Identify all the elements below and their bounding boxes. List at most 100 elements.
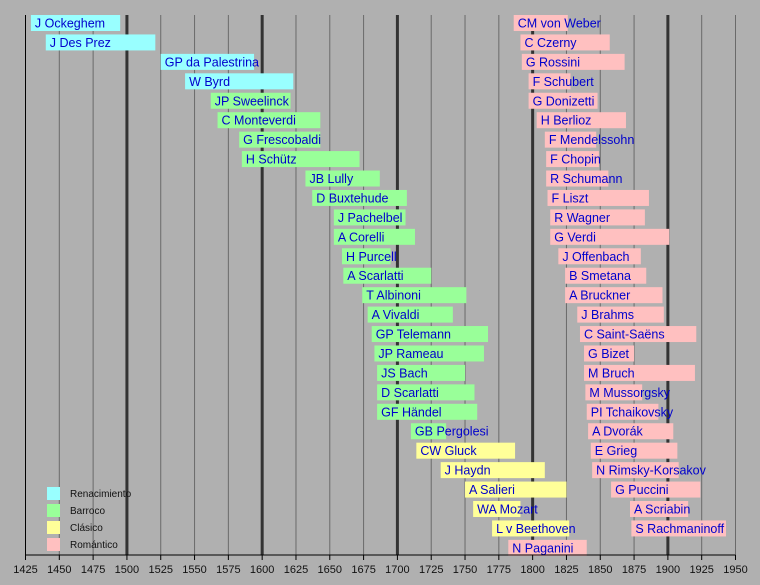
composer-bar-group: J Brahms <box>577 306 664 323</box>
composer-bar-group: J Offenbach <box>558 248 641 265</box>
composer-bar-group: GP da Palestrina <box>160 53 259 70</box>
x-tick-label: 1500 <box>115 564 139 576</box>
composer-label: B Smetana <box>569 269 631 283</box>
composer-bar-group: A Corelli <box>333 228 415 245</box>
composer-label: N Paganini <box>512 541 573 555</box>
composer-bar-group: JP Sweelinck <box>210 92 291 109</box>
composer-bar-group: A Dvorák <box>588 423 674 440</box>
composer-bar-group: W Byrd <box>185 73 294 90</box>
composer-label: S Rachmaninoff <box>635 522 724 536</box>
composer-label: M Bruch <box>588 366 635 380</box>
composer-bar-group: A Scriabin <box>630 501 690 517</box>
composer-bar-group: A Scarlatti <box>343 267 432 284</box>
composer-bar-group: G Donizetti <box>528 92 598 109</box>
x-tick-label: 1900 <box>656 564 680 576</box>
composer-label: H Berlioz <box>541 114 592 128</box>
composer-bar-group: G Bizet <box>584 345 635 362</box>
composer-label: G Donizetti <box>533 94 595 108</box>
composer-bar-group: GB Pergolesi <box>410 423 489 440</box>
composer-bar-group: T Albinoni <box>362 287 467 304</box>
x-tick-label: 1925 <box>689 564 713 576</box>
composer-bar-group: F Chopin <box>546 151 601 168</box>
composer-bar-group: A Salieri <box>465 481 567 498</box>
composer-label: A Corelli <box>338 230 385 244</box>
legend-label: Clásico <box>70 523 103 534</box>
composer-label: H Purcell <box>346 250 397 264</box>
composer-bar-group: H Schütz <box>241 151 360 168</box>
legend-item-romantico: Romántico <box>47 538 118 551</box>
composer-label: J Brahms <box>581 308 634 322</box>
composer-label: JS Bach <box>381 366 428 380</box>
composer-label: JP Rameau <box>378 347 443 361</box>
composer-label: G Puccini <box>615 483 669 497</box>
composer-label: J Ockeghem <box>35 17 105 31</box>
composer-bar-group: N Paganini <box>508 539 587 556</box>
composer-bar-group: JB Lully <box>305 170 380 187</box>
composer-label: L v Beethoven <box>496 522 576 536</box>
composer-bar-group: CW Gluck <box>416 442 516 459</box>
composer-bar-group: J Ockeghem <box>30 15 121 31</box>
composer-label: A Scriabin <box>634 503 690 517</box>
x-tick-label: 1600 <box>250 564 274 576</box>
composer-bar-group: C Monteverdi <box>217 112 321 129</box>
x-tick-label: 1425 <box>13 564 37 576</box>
composer-timeline-chart: J Ockeghem J Des Prez GP da Palestrina W By… <box>13 15 748 576</box>
x-tick-label: 1525 <box>148 564 172 576</box>
composer-label: R Wagner <box>554 211 610 225</box>
composer-label: H Schütz <box>246 153 297 167</box>
x-tick-label: 1650 <box>318 564 342 576</box>
legend-label: Barroco <box>70 506 105 517</box>
x-tick-label: 1750 <box>453 564 477 576</box>
composer-label: J Offenbach <box>562 250 629 264</box>
composer-label: A Bruckner <box>569 289 630 303</box>
legend-swatch <box>47 538 60 551</box>
legend-swatch <box>47 504 60 517</box>
composer-label: GB Pergolesi <box>415 425 489 439</box>
composer-bar-group: J Des Prez <box>45 34 156 51</box>
composer-label: A Salieri <box>469 483 515 497</box>
composer-label: F Liszt <box>552 191 589 205</box>
x-tick-label: 1775 <box>487 564 511 576</box>
composer-label: W Byrd <box>189 75 230 89</box>
composer-label: F Schubert <box>533 75 595 89</box>
composer-bar-group: F Schubert <box>528 73 595 90</box>
composer-label: G Frescobaldi <box>243 133 321 147</box>
composer-label: G Bizet <box>588 347 630 361</box>
composer-label: CW Gluck <box>420 444 477 458</box>
x-tick-label: 1950 <box>723 564 747 576</box>
composer-bar-group: R Wagner <box>550 209 645 226</box>
composer-bar-group: M Mussorgsky <box>585 384 671 401</box>
composer-label: CM von Weber <box>518 17 601 31</box>
composer-label: J Pachelbel <box>338 211 403 225</box>
composer-bar-group: D Scarlatti <box>377 384 475 401</box>
composer-bar-group: JS Bach <box>377 364 466 381</box>
composer-bar-group: J Haydn <box>440 462 545 479</box>
composer-label: G Rossini <box>526 55 580 69</box>
composer-bar-group: F Liszt <box>547 189 649 206</box>
composer-bar-group: G Verdi <box>550 228 670 245</box>
composer-label: R Schumann <box>550 172 622 186</box>
composer-bar-group: A Vivaldi <box>367 306 453 323</box>
composer-label: D Buxtehude <box>316 191 388 205</box>
legend-item-clasico: Clásico <box>47 521 103 534</box>
composer-bar-group: G Rossini <box>521 53 625 70</box>
composer-label: JP Sweelinck <box>215 94 290 108</box>
composer-label: J Des Prez <box>50 36 111 50</box>
composer-label: F Mendelssohn <box>549 133 635 147</box>
composer-bar-group: PI Tchaikovsky <box>586 403 674 420</box>
composer-bar-group: G Puccini <box>611 481 701 498</box>
x-tick-label: 1550 <box>182 564 206 576</box>
legend-swatch <box>47 487 60 500</box>
composer-bar-group: D Buxtehude <box>312 189 407 206</box>
composer-label: C Czerny <box>524 36 577 50</box>
legend-label: Renacimiento <box>70 489 132 500</box>
x-tick-label: 1475 <box>81 564 105 576</box>
x-tick-label: 1450 <box>47 564 71 576</box>
composer-label: G Verdi <box>554 230 596 244</box>
composer-bar-group: GP Telemann <box>371 326 489 343</box>
composer-label: J Haydn <box>445 464 491 478</box>
composer-label: A Vivaldi <box>372 308 420 322</box>
x-tick-label: 1875 <box>622 564 646 576</box>
composer-label: F Chopin <box>550 153 601 167</box>
x-tick-label: 1825 <box>554 564 578 576</box>
